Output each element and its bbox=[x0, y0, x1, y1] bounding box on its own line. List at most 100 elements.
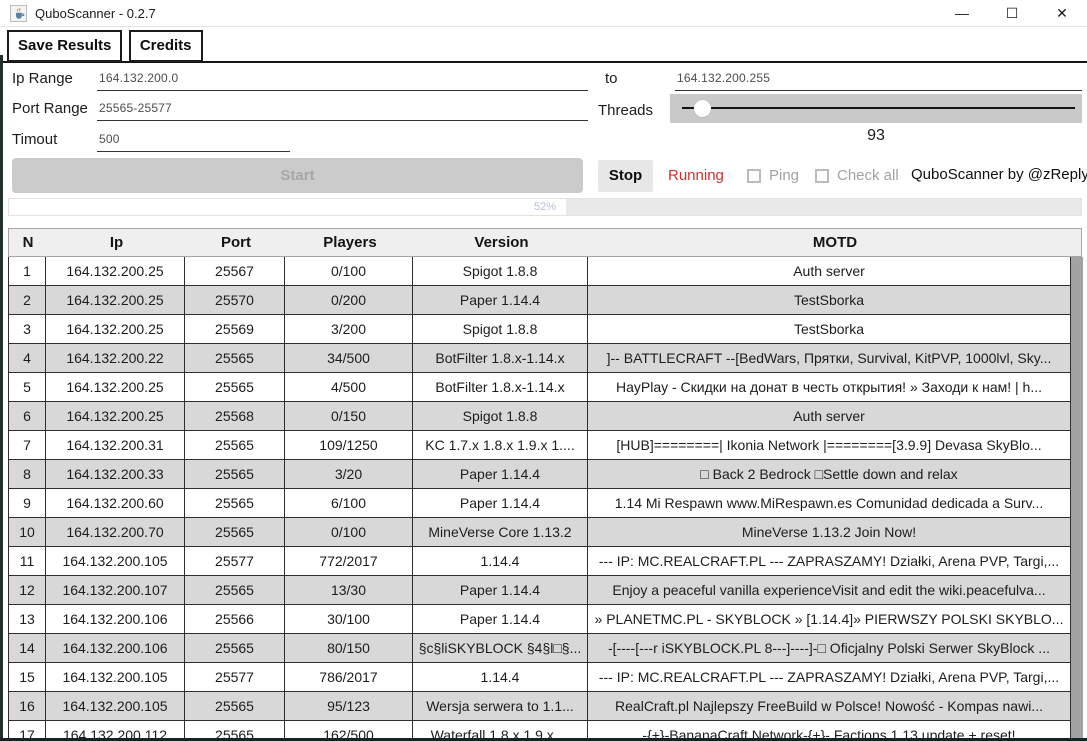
cell-port: 25565 bbox=[185, 431, 285, 459]
column-header-n[interactable]: N bbox=[9, 234, 47, 251]
column-header-motd[interactable]: MOTD bbox=[589, 234, 1081, 251]
cell-n: 2 bbox=[9, 286, 46, 314]
cell-port: 25565 bbox=[185, 518, 285, 546]
cell-version: Spigot 1.8.8 bbox=[413, 315, 588, 343]
port-range-label: Port Range bbox=[12, 100, 88, 117]
cell-port: 25566 bbox=[185, 605, 285, 633]
cell-port: 25565 bbox=[185, 460, 285, 488]
cell-port: 25565 bbox=[185, 373, 285, 401]
cell-ip: 164.132.200.105 bbox=[46, 663, 185, 691]
check-all-checkbox[interactable] bbox=[815, 169, 829, 183]
vertical-scrollbar[interactable] bbox=[1071, 257, 1083, 741]
cell-n: 14 bbox=[9, 634, 46, 662]
cell-players: 4/500 bbox=[285, 373, 413, 401]
cell-players: 772/2017 bbox=[285, 547, 413, 575]
cell-port: 25569 bbox=[185, 315, 285, 343]
cell-n: 12 bbox=[9, 576, 46, 604]
cell-ip: 164.132.200.25 bbox=[46, 315, 185, 343]
cell-version: Paper 1.14.4 bbox=[413, 286, 588, 314]
credit-text: QuboScanner by @zReply bbox=[911, 166, 1087, 183]
cell-ip: 164.132.200.105 bbox=[46, 692, 185, 720]
cell-port: 25565 bbox=[185, 344, 285, 372]
toolbar: Save Results Credits bbox=[0, 27, 1087, 63]
ip-to-label: to bbox=[605, 70, 618, 87]
cell-players: 6/100 bbox=[285, 489, 413, 517]
timeout-input[interactable]: 500 bbox=[97, 132, 290, 152]
cell-version: BotFilter 1.8.x-1.14.x bbox=[413, 344, 588, 372]
table-row[interactable]: 9 164.132.200.60 25565 6/100 Paper 1.14.4 1.1… bbox=[9, 489, 1071, 518]
cell-port: 25568 bbox=[185, 402, 285, 430]
cell-port: 25577 bbox=[185, 547, 285, 575]
cell-motd: RealCraft.pl Najlepszy FreeBuild w Polsc… bbox=[588, 692, 1071, 720]
table-row[interactable]: 14 164.132.200.106 25565 80/150 §c§liSKYBLOC… bbox=[9, 634, 1071, 663]
cell-n: 10 bbox=[9, 518, 46, 546]
close-button[interactable]: ✕ bbox=[1037, 0, 1087, 26]
table-row[interactable]: 13 164.132.200.106 25566 30/100 Paper 1.14.4… bbox=[9, 605, 1071, 634]
cell-n: 15 bbox=[9, 663, 46, 691]
title-bar: QuboScanner - 0.2.7 — ☐ ✕ bbox=[0, 0, 1087, 27]
threads-slider-knob[interactable] bbox=[694, 100, 711, 117]
window-title: QuboScanner - 0.2.7 bbox=[35, 5, 156, 21]
table-row[interactable]: 15 164.132.200.105 25577 786/2017 1.14.4 --- … bbox=[9, 663, 1071, 692]
minimize-button[interactable]: — bbox=[937, 0, 987, 26]
cell-version: Wersja serwera to 1.1... bbox=[413, 692, 588, 720]
cell-players: 109/1250 bbox=[285, 431, 413, 459]
table-row[interactable]: 11 164.132.200.105 25577 772/2017 1.14.4 --- … bbox=[9, 547, 1071, 576]
table-row[interactable]: 12 164.132.200.107 25565 13/30 Paper 1.14.4 E… bbox=[9, 576, 1071, 605]
cell-n: 6 bbox=[9, 402, 46, 430]
cell-ip: 164.132.200.60 bbox=[46, 489, 185, 517]
cell-players: 34/500 bbox=[285, 344, 413, 372]
table-row[interactable]: 10 164.132.200.70 25565 0/100 MineVerse Core… bbox=[9, 518, 1071, 547]
cell-motd: -[----[---r iSKYBLOCK.PL 8---]----]-□ Of… bbox=[588, 634, 1071, 662]
cell-version: MineVerse Core 1.13.2 bbox=[413, 518, 588, 546]
column-header-port[interactable]: Port bbox=[186, 234, 286, 251]
credits-button[interactable]: Credits bbox=[128, 30, 203, 62]
cell-version: 1.14.4 bbox=[413, 547, 588, 575]
table-row[interactable]: 8 164.132.200.33 25565 3/20 Paper 1.14.4 □ Ba… bbox=[9, 460, 1071, 489]
cell-ip: 164.132.200.25 bbox=[46, 373, 185, 401]
cell-n: 9 bbox=[9, 489, 46, 517]
cell-motd: TestSborka bbox=[588, 286, 1071, 314]
cell-motd: [HUB]========| Ikonia Network |========[… bbox=[588, 431, 1071, 459]
table-row[interactable]: 1 164.132.200.25 25567 0/100 Spigot 1.8.8 Aut… bbox=[9, 257, 1071, 286]
table-row[interactable]: 3 164.132.200.25 25569 3/200 Spigot 1.8.8 Tes… bbox=[9, 315, 1071, 344]
start-button[interactable]: Start bbox=[12, 158, 583, 193]
ip-range-label: Ip Range bbox=[12, 70, 73, 87]
cell-version: Spigot 1.8.8 bbox=[413, 257, 588, 285]
table-row[interactable]: 5 164.132.200.25 25565 4/500 BotFilter 1.8.x… bbox=[9, 373, 1071, 402]
cell-ip: 164.132.200.106 bbox=[46, 605, 185, 633]
stop-button[interactable]: Stop bbox=[598, 160, 653, 192]
cell-players: 786/2017 bbox=[285, 663, 413, 691]
port-range-input[interactable]: 25565-25577 bbox=[97, 101, 588, 121]
window-controls: — ☐ ✕ bbox=[937, 0, 1087, 26]
table-row[interactable]: 16 164.132.200.105 25565 95/123 Wersja serwe… bbox=[9, 692, 1071, 721]
cell-version: §c§liSKYBLOCK §4§l□§... bbox=[413, 634, 588, 662]
status-text: Running bbox=[668, 167, 724, 184]
cell-players: 3/200 bbox=[285, 315, 413, 343]
ping-checkbox[interactable] bbox=[747, 169, 761, 183]
cell-motd: Auth server bbox=[588, 402, 1071, 430]
ip-to-input[interactable]: 164.132.200.255 bbox=[675, 71, 1082, 91]
results-table-header: N Ip Port Players Version MOTD bbox=[8, 228, 1082, 257]
column-header-players[interactable]: Players bbox=[286, 234, 414, 251]
threads-slider-track bbox=[682, 107, 1075, 109]
scan-settings-form: Ip Range 164.132.200.0 to 164.132.200.25… bbox=[0, 63, 1087, 156]
cell-ip: 164.132.200.25 bbox=[46, 402, 185, 430]
cell-n: 11 bbox=[9, 547, 46, 575]
table-row[interactable]: 7 164.132.200.31 25565 109/1250 KC 1.7.x 1.8… bbox=[9, 431, 1071, 460]
table-row[interactable]: 2 164.132.200.25 25570 0/200 Paper 1.14.4 Tes… bbox=[9, 286, 1071, 315]
column-header-ip[interactable]: Ip bbox=[47, 234, 186, 251]
maximize-button[interactable]: ☐ bbox=[987, 0, 1037, 26]
column-header-version[interactable]: Version bbox=[414, 234, 589, 251]
table-row[interactable]: 6 164.132.200.25 25568 0/150 Spigot 1.8.8 Aut… bbox=[9, 402, 1071, 431]
threads-slider[interactable] bbox=[670, 94, 1082, 123]
cell-n: 3 bbox=[9, 315, 46, 343]
window-left-edge bbox=[0, 55, 3, 741]
save-results-button[interactable]: Save Results bbox=[7, 30, 123, 62]
ip-range-input[interactable]: 164.132.200.0 bbox=[97, 71, 588, 91]
cell-motd: MineVerse 1.13.2 Join Now! bbox=[588, 518, 1071, 546]
cell-port: 25577 bbox=[185, 663, 285, 691]
check-all-checkbox-label[interactable]: Check all bbox=[837, 167, 899, 184]
ping-checkbox-label[interactable]: Ping bbox=[769, 167, 799, 184]
table-row[interactable]: 4 164.132.200.22 25565 34/500 BotFilter 1.8.… bbox=[9, 344, 1071, 373]
